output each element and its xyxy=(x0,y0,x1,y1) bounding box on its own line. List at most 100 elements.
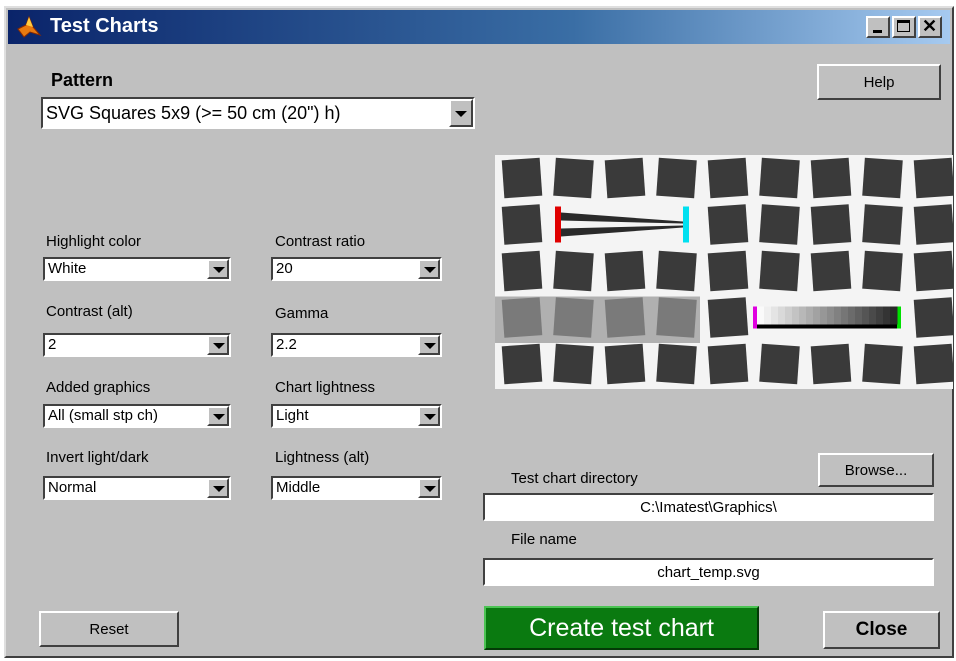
chart-square xyxy=(810,343,852,385)
gamma-label: Gamma xyxy=(275,305,329,322)
lightness-alt-label: Lightness (alt) xyxy=(275,449,370,466)
chart-square xyxy=(604,250,646,292)
contrast-alt-value: 2 xyxy=(48,336,57,353)
chart-square xyxy=(759,250,800,292)
chevron-down-icon xyxy=(213,486,225,492)
chevron-down-icon xyxy=(424,414,436,420)
added-graphics-label: Added graphics xyxy=(46,379,151,396)
chart-lightness-label: Chart lightness xyxy=(275,379,376,396)
chart-square xyxy=(913,297,955,338)
chart-square xyxy=(913,250,955,292)
step-right-marker xyxy=(897,306,901,329)
chart-square xyxy=(913,204,955,245)
chart-lightness-dropdown-arrow[interactable] xyxy=(418,406,440,426)
chart-square xyxy=(553,157,594,199)
chevron-down-icon xyxy=(213,343,225,349)
chart-square xyxy=(501,204,543,245)
chart-square xyxy=(707,204,749,245)
title-bar[interactable]: Test Charts ✕ xyxy=(8,10,950,44)
chart-square xyxy=(913,157,955,199)
chart-square xyxy=(862,204,903,245)
gamma-dropdown-arrow[interactable] xyxy=(418,335,440,355)
chart-square xyxy=(707,157,749,199)
step-baseline xyxy=(757,324,897,329)
chart-square xyxy=(656,157,697,199)
directory-field[interactable]: C:\Imatest\Graphics\ xyxy=(483,493,934,521)
chevron-down-icon xyxy=(424,486,436,492)
step-patch xyxy=(771,306,779,325)
create-test-chart-button[interactable]: Create test chart xyxy=(484,606,759,650)
pattern-select[interactable]: SVG Squares 5x9 (>= 50 cm (20") h) xyxy=(41,97,475,129)
chart-square xyxy=(604,343,646,385)
chart-square xyxy=(656,343,697,385)
chart-square xyxy=(759,204,800,245)
step-patch xyxy=(848,306,856,325)
step-patch xyxy=(890,306,898,325)
help-button[interactable]: Help xyxy=(817,64,941,100)
lightness-alt-value: Middle xyxy=(276,479,321,496)
maximize-button[interactable] xyxy=(892,16,916,38)
step-patch xyxy=(869,306,877,325)
highlight-color-dropdown-arrow[interactable] xyxy=(207,259,229,279)
contrast-alt-label: Contrast (alt) xyxy=(46,303,133,320)
contrast-alt-dropdown-arrow[interactable] xyxy=(207,335,229,355)
close-window-button[interactable]: ✕ xyxy=(918,16,942,38)
chart-square xyxy=(656,250,697,292)
wedge-left-marker xyxy=(555,206,561,243)
browse-button[interactable]: Browse... xyxy=(818,453,934,487)
step-patch xyxy=(799,306,807,325)
step-patch xyxy=(841,306,849,325)
chart-square xyxy=(862,157,903,199)
step-patch xyxy=(757,306,765,325)
close-button[interactable]: Close xyxy=(823,611,940,649)
step-patch xyxy=(813,306,821,325)
invert-select[interactable]: Normal xyxy=(43,476,231,500)
chart-square xyxy=(656,297,697,338)
pattern-value: SVG Squares 5x9 (>= 50 cm (20") h) xyxy=(46,103,341,123)
added-graphics-dropdown-arrow[interactable] xyxy=(207,406,229,426)
chart-square xyxy=(707,250,749,292)
matlab-icon xyxy=(17,15,42,38)
chart-square xyxy=(810,157,852,199)
pattern-dropdown-arrow[interactable] xyxy=(449,99,473,127)
close-icon: ✕ xyxy=(922,16,938,36)
chart-lightness-select[interactable]: Light xyxy=(271,404,442,428)
chart-square xyxy=(501,343,543,385)
added-graphics-value: All (small stp ch) xyxy=(48,407,159,424)
chevron-down-icon xyxy=(213,414,225,420)
directory-label: Test chart directory xyxy=(511,470,638,487)
lightness-alt-dropdown-arrow[interactable] xyxy=(418,478,440,498)
chart-square xyxy=(913,343,955,385)
step-patch xyxy=(764,306,772,325)
chart-square xyxy=(501,157,543,199)
chevron-down-icon xyxy=(455,111,467,117)
chart-square xyxy=(759,157,800,199)
chart-square xyxy=(604,157,646,199)
chart-square xyxy=(501,297,543,338)
chart-square xyxy=(810,250,852,292)
window-title: Test Charts xyxy=(50,15,159,37)
contrast-ratio-dropdown-arrow[interactable] xyxy=(418,259,440,279)
invert-dropdown-arrow[interactable] xyxy=(207,478,229,498)
chart-square xyxy=(810,204,852,245)
wedge-right-marker xyxy=(683,206,689,243)
contrast-alt-select[interactable]: 2 xyxy=(43,333,231,357)
reset-button[interactable]: Reset xyxy=(39,611,179,647)
step-patch xyxy=(862,306,870,325)
gamma-select[interactable]: 2.2 xyxy=(271,333,442,357)
invert-label: Invert light/dark xyxy=(46,449,149,466)
filename-field[interactable]: chart_temp.svg xyxy=(483,558,934,586)
step-patch xyxy=(785,306,793,325)
maximize-icon xyxy=(897,20,910,32)
highlight-color-select[interactable]: White xyxy=(43,257,231,281)
contrast-ratio-select[interactable]: 20 xyxy=(271,257,442,281)
contrast-ratio-value: 20 xyxy=(276,260,293,277)
chart-lightness-value: Light xyxy=(276,407,309,424)
highlight-color-label: Highlight color xyxy=(46,233,142,250)
added-graphics-select[interactable]: All (small stp ch) xyxy=(43,404,231,428)
contrast-ratio-label: Contrast ratio xyxy=(275,233,366,250)
minimize-button[interactable] xyxy=(866,16,890,38)
chart-square xyxy=(501,250,543,292)
step-patch xyxy=(827,306,835,325)
lightness-alt-select[interactable]: Middle xyxy=(271,476,442,500)
